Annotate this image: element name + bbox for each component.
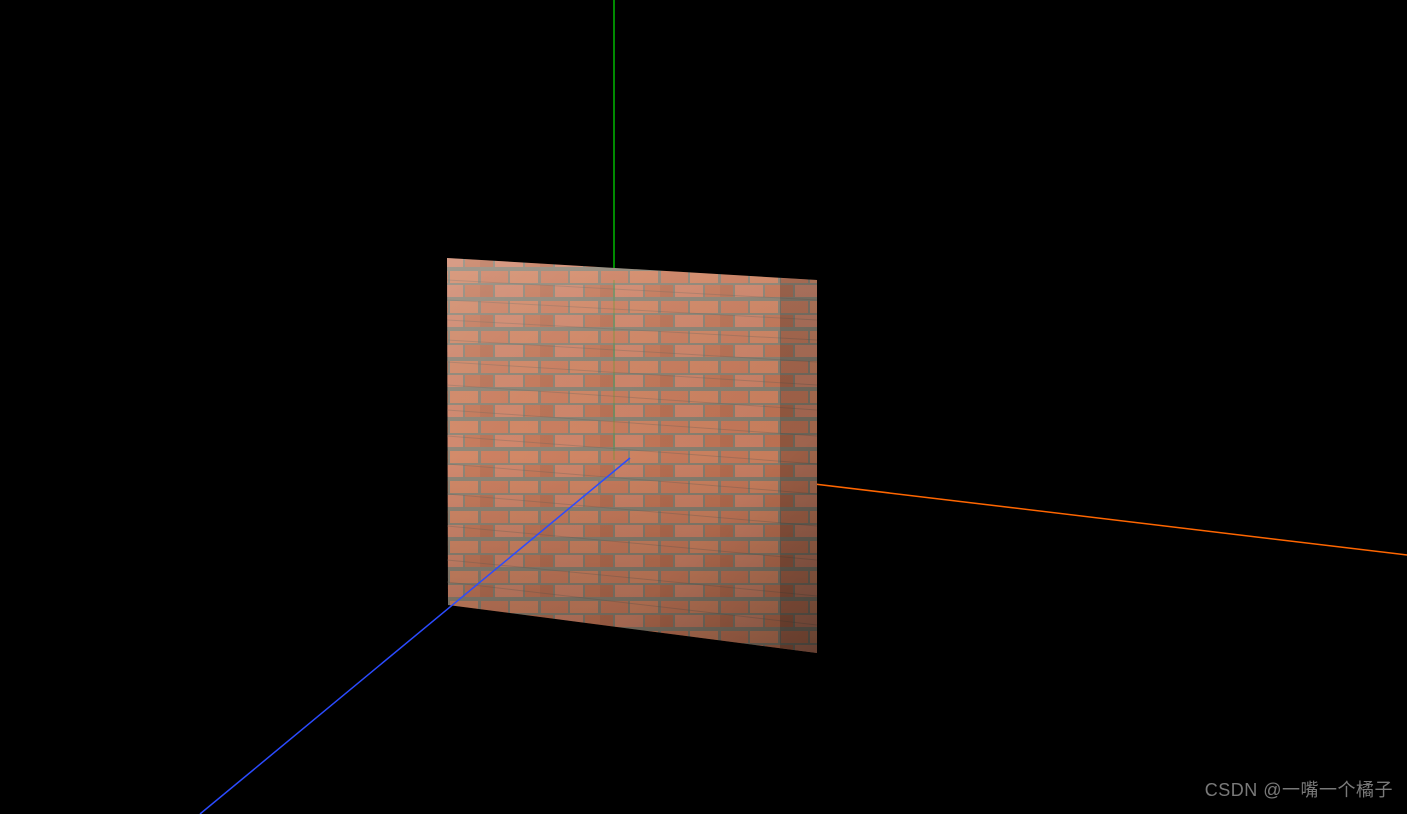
scene-canvas[interactable] xyxy=(0,0,1407,814)
z-axis-front xyxy=(200,458,630,814)
brick-plane xyxy=(447,258,817,653)
3d-viewport[interactable]: CSDN @一嘴一个橘子 xyxy=(0,0,1407,814)
